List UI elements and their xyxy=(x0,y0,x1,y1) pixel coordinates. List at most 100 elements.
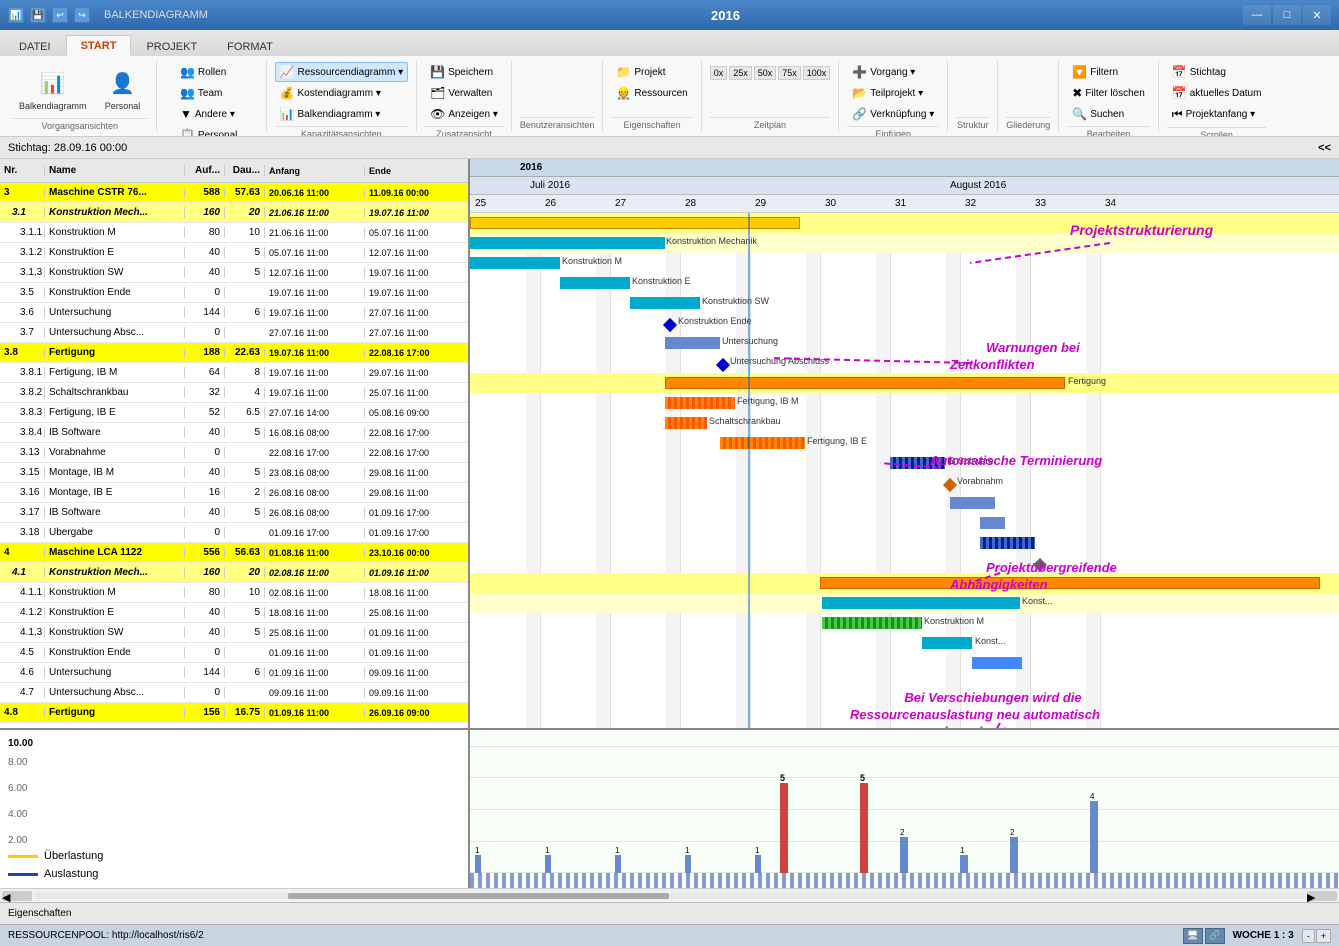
table-header: Nr. Name Auf... Dau... Anfang Ende xyxy=(0,159,468,183)
table-row[interactable]: 3.17 IB Software 40 5 26.08.16 08:00 01.… xyxy=(0,503,468,523)
table-row[interactable]: 3.8 Fertigung 188 22.63 19.07.16 11:00 2… xyxy=(0,343,468,363)
table-row[interactable]: 3.5 Konstruktion Ende 0 19.07.16 11:00 1… xyxy=(0,283,468,303)
tab-datei[interactable]: DATEI xyxy=(4,36,66,56)
ribbon-group-kapazitaetsansichten: 📈 Ressourcendiagramm ▾ 💰 Kostendiagramm … xyxy=(267,60,418,132)
gantt-milestone-318 xyxy=(1033,558,1047,572)
horizontal-scrollbar[interactable]: ◀ ▶ xyxy=(0,888,1339,902)
projektanfang-icon: ⏮ xyxy=(1172,107,1183,122)
resource-chart: 10.00 8.00 6.00 4.00 2.00 Überlastung Au… xyxy=(0,728,1339,888)
table-row[interactable]: 4.1.2 Konstruktion E 40 5 18.08.16 11:00… xyxy=(0,603,468,623)
btn-aktuelles-datum[interactable]: 📅 aktuelles Datum xyxy=(1167,83,1267,103)
res-bar-9 xyxy=(1090,801,1098,873)
gliederung-label: Gliederung xyxy=(1006,117,1050,130)
btn-teilprojekt[interactable]: 📂 Teilprojekt ▾ xyxy=(847,83,928,103)
week-ratio: WOCHE 1 : 3 xyxy=(1233,930,1294,941)
table-row[interactable]: 3.13 Vorabnahme 0 22.08.16 17:00 22.08.1… xyxy=(0,443,468,463)
gantt-label-36: Untersuchung xyxy=(722,336,778,346)
table-row[interactable]: 3 Maschine CSTR 76... 588 57.63 20.06.16… xyxy=(0,183,468,203)
btn-projektanfang[interactable]: ⏮ Projektanfang ▾ xyxy=(1167,104,1260,125)
andere-label: Andere ▾ xyxy=(195,109,235,120)
minimize-button[interactable]: — xyxy=(1243,5,1271,25)
table-row[interactable]: 4 Maschine LCA 1122 556 56.63 01.08.16 1… xyxy=(0,543,468,563)
btn-filtern[interactable]: 🔽 Filtern xyxy=(1067,62,1123,82)
btn-rollen[interactable]: 👥 Rollen xyxy=(175,62,231,82)
einfuegen-label: Einfügen xyxy=(847,126,939,136)
gantt-bar-312 xyxy=(560,277,630,289)
table-row[interactable]: 3.1 Konstruktion Mech... 160 20 21.06.16… xyxy=(0,203,468,223)
table-row[interactable]: 3.8.3 Fertigung, IB E 52 6.5 27.07.16 14… xyxy=(0,403,468,423)
table-row[interactable]: 3.1.2 Konstruktion E 40 5 05.07.16 11:00… xyxy=(0,243,468,263)
btn-ressourcendiagramm[interactable]: 📈 Ressourcendiagramm ▾ xyxy=(275,62,409,82)
btn-balkendiagramm[interactable]: 📊 Balkendiagramm xyxy=(12,62,94,116)
btn-projekt[interactable]: 📁 Projekt xyxy=(611,62,670,82)
quick-access-redo[interactable]: ↪ xyxy=(74,7,90,23)
gantt-year-row: 2016 xyxy=(470,159,1339,177)
maximize-button[interactable]: □ xyxy=(1273,5,1301,25)
table-row[interactable]: 4.6 Untersuchung 144 6 01.09.16 11:00 09… xyxy=(0,663,468,683)
btn-ressourcen[interactable]: 👷 Ressourcen xyxy=(611,83,692,103)
zeitplan-buttons: 0x 25x 50x 75x 100x xyxy=(710,66,831,80)
close-button[interactable]: ✕ xyxy=(1303,5,1331,25)
btn-speichern[interactable]: 💾 Speichern xyxy=(425,62,498,82)
kapazitaetsansichten-label: Kapazitätsansichten xyxy=(275,126,409,136)
quick-access-undo[interactable]: ↩ xyxy=(52,7,68,23)
table-row[interactable]: 4.8 Fertigung 156 16.75 01.09.16 11:00 2… xyxy=(0,703,468,723)
btn-stichtag[interactable]: 📅 Stichtag xyxy=(1167,62,1231,82)
collapse-btn[interactable]: << xyxy=(1318,142,1331,154)
table-row[interactable]: 3.1.1 Konstruktion M 80 10 21.06.16 11:0… xyxy=(0,223,468,243)
table-row[interactable]: 3.15 Montage, IB M 40 5 23.08.16 08:00 2… xyxy=(0,463,468,483)
btn-filter-loeschen[interactable]: ✖ Filter löschen xyxy=(1067,83,1150,103)
zeitplan-100x[interactable]: 100x xyxy=(803,66,831,80)
zeitplan-25x[interactable]: 25x xyxy=(729,66,752,80)
table-row[interactable]: 3.8.1 Fertigung, IB M 64 8 19.07.16 11:0… xyxy=(0,363,468,383)
zeitplan-75x[interactable]: 75x xyxy=(778,66,801,80)
btn-personal-res[interactable]: 📋 Personal xyxy=(175,125,242,136)
col-header-dau: Dau... xyxy=(225,165,265,176)
struktur-label: Struktur xyxy=(956,117,989,130)
btn-andere[interactable]: ▼ Andere ▾ xyxy=(175,104,240,124)
rollen-label: Rollen xyxy=(198,67,226,78)
table-row[interactable]: 4.1.1 Konstruktion M 80 10 02.08.16 11:0… xyxy=(0,583,468,603)
btn-kostendiagramm[interactable]: 💰 Kostendiagramm ▾ xyxy=(275,83,386,103)
scroll-left-btn[interactable]: ◀ xyxy=(2,891,32,901)
table-row[interactable]: 3.18 Ubergabe 0 01.09.16 17:00 01.09.16 … xyxy=(0,523,468,543)
filtern-label: Filtern xyxy=(1090,67,1118,78)
table-row[interactable]: 3.8.4 IB Software 40 5 16.08.16 08:00 22… xyxy=(0,423,468,443)
table-row[interactable]: 3.16 Montage, IB E 16 2 26.08.16 08:00 2… xyxy=(0,483,468,503)
zeitplan-50x[interactable]: 50x xyxy=(754,66,777,80)
btn-personal[interactable]: 👤 Personal xyxy=(98,62,148,116)
tab-projekt[interactable]: PROJEKT xyxy=(131,36,212,56)
table-row[interactable]: 4.1 Konstruktion Mech... 160 20 02.08.16… xyxy=(0,563,468,583)
btn-balkendiagramm2[interactable]: 📊 Balkendiagramm ▾ xyxy=(275,104,386,124)
btn-team[interactable]: 👥 Team xyxy=(175,83,227,103)
gantt-label-37: Untersuchung Abschluss xyxy=(730,356,829,366)
tab-format[interactable]: FORMAT xyxy=(212,36,288,56)
vorgangsansichten-label: Vorgangsansichten xyxy=(12,118,148,131)
tab-start[interactable]: START xyxy=(66,35,132,56)
btn-suchen[interactable]: 🔍 Suchen xyxy=(1067,104,1129,124)
table-row[interactable]: 4.5 Konstruktion Ende 0 01.09.16 11:00 0… xyxy=(0,643,468,663)
table-row[interactable]: 4.1.3 Konstruktion SW 40 5 25.08.16 11:0… xyxy=(0,623,468,643)
table-row[interactable]: 3.6 Untersuchung 144 6 19.07.16 11:00 27… xyxy=(0,303,468,323)
gantt-bar-413 xyxy=(972,657,1022,669)
table-row[interactable]: 4.7 Untersuchung Absc... 0 09.09.16 11:0… xyxy=(0,683,468,703)
scroll-track[interactable] xyxy=(34,893,1305,899)
gantt-label-412: Konst... xyxy=(975,636,1006,646)
scroll-right-btn[interactable]: ▶ xyxy=(1307,891,1337,901)
btn-vorgang[interactable]: ➕ Vorgang ▾ xyxy=(847,62,920,82)
res-label-2: 1 xyxy=(545,846,549,855)
table-row[interactable]: 3.1.3 Konstruktion SW 40 5 12.07.16 11:0… xyxy=(0,263,468,283)
btn-verknuepfung[interactable]: 🔗 Verknüpfung ▾ xyxy=(847,104,939,124)
zoom-out-btn[interactable]: - xyxy=(1302,929,1315,943)
zeitplan-0x[interactable]: 0x xyxy=(710,66,728,80)
quick-access-save[interactable]: 💾 xyxy=(30,7,46,23)
table-row[interactable]: 3.8.2 Schaltschrankbau 32 4 19.07.16 11:… xyxy=(0,383,468,403)
btn-anzeigen[interactable]: 👁 Anzeigen ▾ xyxy=(425,104,503,124)
zoom-in-btn[interactable]: + xyxy=(1316,929,1331,943)
scroll-thumb[interactable] xyxy=(288,893,669,899)
btn-verwalten[interactable]: 🗂 Verwalten xyxy=(425,83,497,103)
res-bar-8 xyxy=(1010,837,1018,873)
table-row[interactable]: 3.7 Untersuchung Absc... 0 27.07.16 11:0… xyxy=(0,323,468,343)
week-31: 31 xyxy=(895,198,906,209)
grid-line-5 xyxy=(820,213,821,728)
